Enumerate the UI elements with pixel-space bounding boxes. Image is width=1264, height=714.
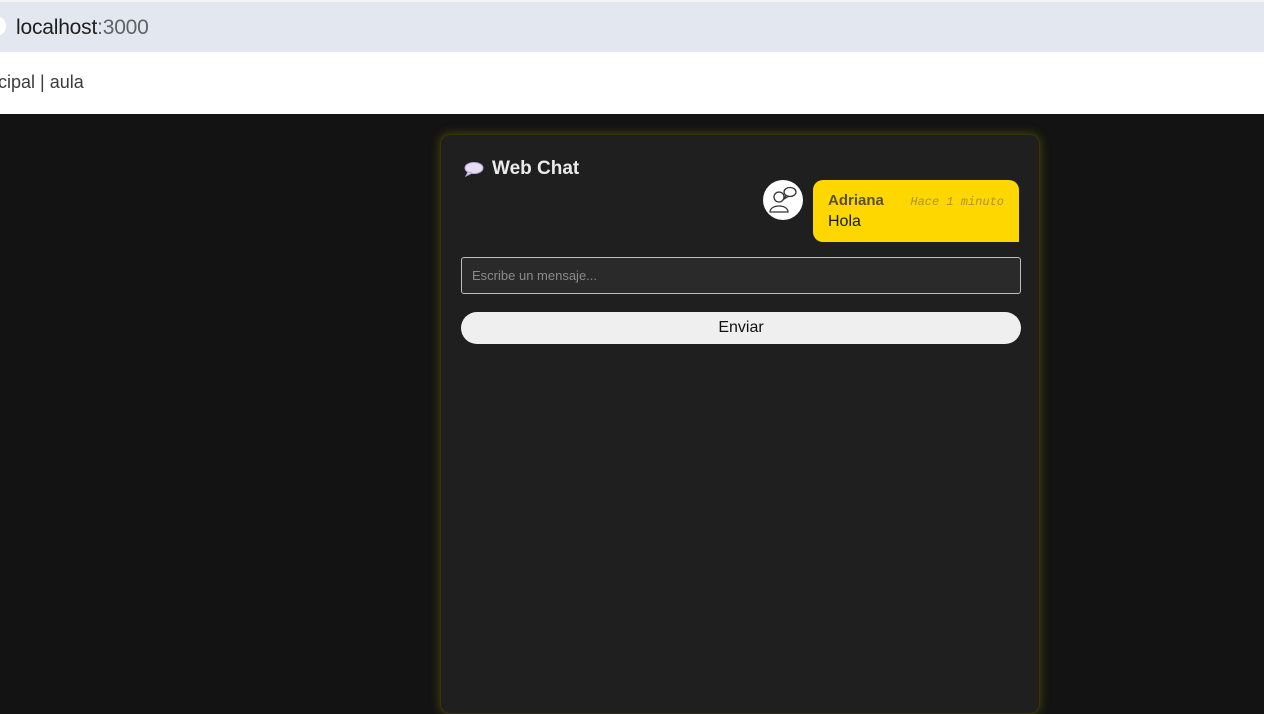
url-field[interactable]: localhost:3000 xyxy=(16,16,149,40)
chat-card: Web Chat Adriana Hace 1 minuto Hola Escr… xyxy=(440,134,1040,714)
page-header-strip: cipal | aula xyxy=(0,52,1264,114)
message-author: Adriana xyxy=(828,192,884,209)
message-text: Hola xyxy=(828,213,861,230)
url-port: :3000 xyxy=(97,16,149,39)
user-chat-avatar-icon xyxy=(763,180,803,220)
url-host: localhost xyxy=(16,16,98,39)
message-row: Adriana Hace 1 minuto Hola xyxy=(763,180,1019,242)
message-input[interactable] xyxy=(461,257,1021,294)
browser-address-bar: localhost:3000 xyxy=(0,0,1264,52)
page-title-fragment: cipal | aula xyxy=(0,72,84,92)
chat-title: Web Chat xyxy=(492,158,580,179)
page-body: Web Chat Adriana Hace 1 minuto Hola Escr… xyxy=(0,114,1264,714)
message-timestamp: Hace 1 minuto xyxy=(910,195,1004,209)
chat-header: Web Chat xyxy=(464,158,579,180)
site-info-icon[interactable] xyxy=(0,16,6,36)
message-bubble: Adriana Hace 1 minuto Hola xyxy=(813,180,1019,242)
send-button[interactable]: Enviar xyxy=(461,312,1021,344)
speech-bubble-icon xyxy=(464,162,484,177)
